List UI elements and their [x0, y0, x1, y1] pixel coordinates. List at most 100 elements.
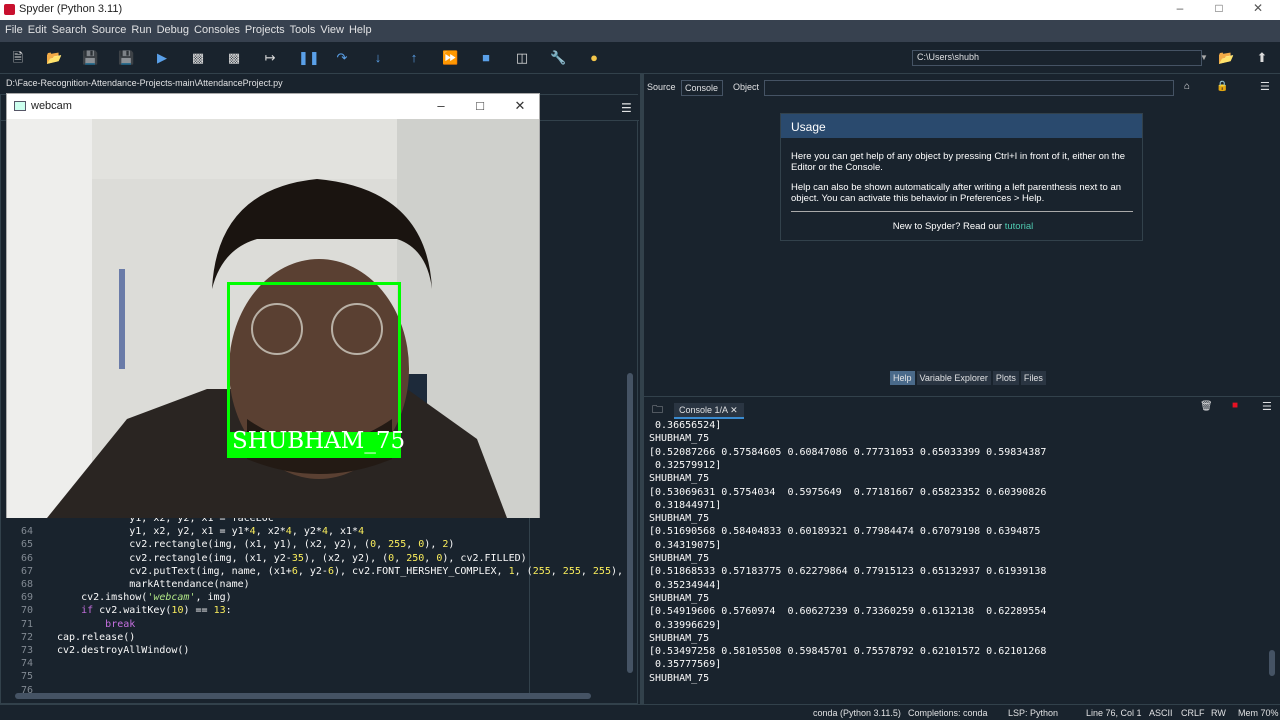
console-output-line: SHUBHAM_75 [649, 632, 710, 644]
close-icon[interactable]: ✕ [1240, 1, 1276, 19]
code-line: cv2.destroyAllWindow() [57, 645, 190, 656]
code-line: markAttendance(name) [57, 579, 250, 590]
menu-edit[interactable]: Edit [23, 20, 47, 36]
menu-debug[interactable]: Debug [152, 20, 189, 36]
console-output-line: [0.52087266 0.57584605 0.60847086 0.7773… [649, 446, 1047, 458]
menu-projects[interactable]: Projects [240, 20, 285, 36]
stop-icon[interactable]: ■ [478, 50, 494, 66]
line-number: 72 [20, 631, 33, 643]
save-all-icon[interactable]: 💾 [118, 50, 134, 66]
run-selection-icon[interactable]: ↦ [262, 50, 278, 66]
console-vscrollbar[interactable] [1268, 428, 1276, 696]
tab-files[interactable]: Files [1020, 371, 1046, 385]
maximize-pane-icon[interactable]: ◫ [514, 50, 530, 66]
home-icon[interactable]: ⌂ [1184, 81, 1190, 92]
status-permissions: RW [1211, 708, 1226, 718]
code-line: break [105, 618, 136, 630]
chevron-down-icon[interactable]: ▼ [1200, 50, 1210, 66]
source-select[interactable]: Console [681, 80, 723, 96]
object-label: Object [733, 82, 760, 92]
object-input[interactable] [764, 80, 1174, 96]
status-env: conda (Python 3.11.5) [813, 708, 901, 718]
line-number: 68 [20, 579, 33, 590]
editor-options-icon[interactable]: ☰ [621, 101, 632, 115]
step-return-icon[interactable]: ↑ [406, 50, 422, 66]
tab-help[interactable]: Help [890, 371, 915, 385]
minimize-icon[interactable]: – [1162, 1, 1198, 19]
python-path-icon[interactable]: ● [586, 50, 602, 66]
code-line: if cv2.waitKey(10) == 13: [81, 605, 232, 617]
code-line: cv2.rectangle(img, (x1, y2-35), (x2, y2)… [57, 552, 527, 564]
source-label: Source [647, 82, 676, 92]
line-number: 75 [20, 671, 33, 683]
menu-tools[interactable]: Tools [285, 20, 316, 36]
ipython-console[interactable]: 0.36656524] SHUBHAM_75 [0.52087266 0.57584… [644, 420, 1280, 704]
stop-kernel-icon[interactable]: ■ [1232, 400, 1238, 411]
line-number: 70 [20, 605, 33, 617]
preferences-wrench-icon[interactable]: 🔧 [550, 50, 566, 66]
console-output-line: [0.51868533 0.57183775 0.62279864 0.7791… [649, 566, 1047, 578]
console-output-line: SHUBHAM_75 [649, 473, 710, 485]
lock-icon[interactable]: 🔒 [1216, 81, 1228, 92]
run-cell-advance-icon[interactable]: ▩ [226, 50, 242, 66]
console-output-line: SHUBHAM_75 [649, 553, 710, 564]
tab-console[interactable]: Console 1/A ✕ [674, 403, 744, 419]
console-output-line: [0.53069631 0.5754034 0.5975649 0.771816… [649, 486, 1047, 498]
options-menu-icon[interactable]: ☰ [1260, 80, 1270, 93]
console-output-line: 0.31844971] [649, 499, 722, 511]
parent-dir-icon[interactable]: ⬆ [1254, 50, 1270, 66]
window-icon [14, 101, 26, 111]
spyder-logo-icon [4, 4, 15, 15]
status-bar: conda (Python 3.11.5) Completions: conda… [0, 704, 1280, 720]
line-number: 71 [20, 618, 33, 630]
menu-file[interactable]: File [0, 20, 23, 36]
new-console-icon[interactable]: 🗀 [652, 401, 663, 420]
step-over-icon[interactable]: ↷ [334, 50, 350, 66]
close-icon[interactable]: ✕ [507, 98, 533, 114]
menu-run[interactable]: Run [126, 20, 151, 36]
working-directory-input[interactable]: C:\Users\shubh [912, 50, 1202, 66]
status-encoding: ASCII [1149, 708, 1173, 718]
maximize-icon[interactable]: □ [1201, 1, 1237, 19]
new-file-icon[interactable]: 🗎 [10, 50, 26, 66]
line-number: 69 [20, 592, 33, 604]
trash-icon[interactable]: 🗑 [1200, 401, 1213, 412]
open-file-icon[interactable]: 📂 [46, 50, 62, 66]
console-options-icon[interactable]: ☰ [1262, 400, 1272, 413]
close-tab-icon[interactable]: ✕ [730, 405, 738, 415]
editor-vscrollbar[interactable] [626, 125, 634, 685]
run-icon[interactable]: ▶ [154, 50, 170, 66]
line-number: 66 [20, 552, 33, 564]
console-output-line: SHUBHAM_75 [649, 592, 710, 604]
continue-icon[interactable]: ⏩ [442, 50, 458, 66]
tutorial-link[interactable]: tutorial [1005, 221, 1034, 232]
menu-source[interactable]: Source [87, 20, 127, 36]
editor-hscrollbar[interactable] [15, 693, 623, 699]
tutorial-prefix: New to Spyder? Read our [892, 221, 1005, 232]
menu-search[interactable]: Search [47, 20, 87, 36]
maximize-icon[interactable]: □ [467, 98, 493, 113]
webcam-window[interactable]: webcam – □ ✕ SHUBHAM_75 [6, 93, 540, 518]
line-number: 65 [20, 539, 33, 551]
code-line: y1, x2, y2, x1 = y1*4, x2*4, y2*4, x1*4 [57, 526, 365, 538]
run-cell-icon[interactable]: ▩ [190, 50, 206, 66]
code-line: cv2.imshow('webcam', img) [57, 592, 232, 604]
step-into-icon[interactable]: ↓ [370, 50, 386, 66]
console-output-line: [0.53497258 0.58105508 0.59845701 0.7557… [649, 646, 1047, 658]
tab-plots[interactable]: Plots [992, 371, 1019, 385]
menu-consoles[interactable]: Consoles [189, 20, 240, 36]
minimize-icon[interactable]: – [428, 98, 454, 113]
debug-icon[interactable]: ❚❚ [298, 50, 320, 66]
console-output-line: 0.35234944] [649, 579, 722, 591]
code-line: cv2.putText(img, name, (x1+6, y2-6), cv2… [57, 565, 624, 577]
tab-variable-explorer[interactable]: Variable Explorer [916, 371, 991, 385]
usage-text-2: Help can also be shown automatically aft… [791, 182, 1122, 204]
browse-folder-icon[interactable]: 📂 [1218, 50, 1234, 66]
menu-help[interactable]: Help [344, 20, 372, 36]
window-titlebar: Spyder (Python 3.11) – □ ✕ [0, 0, 1280, 20]
menu-bar: File Edit Search Source Run Debug Consoles Proj… [0, 20, 1280, 42]
webcam-title: webcam [31, 100, 72, 112]
save-icon[interactable]: 💾 [82, 50, 98, 66]
editor-file-path: D:\Face-Recognition-Attendance-Projects-… [6, 78, 283, 88]
menu-view[interactable]: View [315, 20, 344, 36]
